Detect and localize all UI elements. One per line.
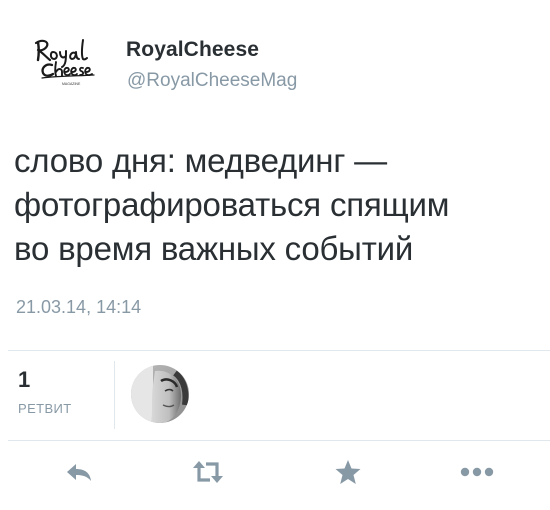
reply-icon bbox=[67, 464, 91, 481]
tweet-timestamp[interactable]: 21.03.14, 14:14 bbox=[16, 297, 141, 318]
stats-separator bbox=[114, 361, 115, 429]
reply-button[interactable] bbox=[62, 457, 96, 487]
more-button[interactable] bbox=[460, 457, 494, 487]
svg-text:MAGAZINE: MAGAZINE bbox=[62, 82, 81, 86]
retweet-label: РЕТВИТ bbox=[18, 401, 72, 416]
tweet-text-line: во время важных событий bbox=[14, 230, 414, 267]
author-handle[interactable]: @RoyalCheeseMag bbox=[127, 70, 297, 92]
tweet-text-line: фотографироваться спящим bbox=[14, 186, 450, 223]
tweet-actions bbox=[0, 441, 550, 501]
more-dots-icon bbox=[460, 467, 494, 477]
retweet-count: 1 bbox=[18, 367, 31, 392]
author-display-name[interactable]: RoyalCheese bbox=[126, 38, 259, 62]
tweet-text: слово дня: медвединг — фотографироваться… bbox=[14, 139, 534, 271]
author-avatar[interactable]: MAGAZINE bbox=[22, 30, 112, 90]
tweet-card: MAGAZINE RoyalCheese @RoyalCheeseMag сло… bbox=[0, 0, 550, 510]
favorite-button[interactable] bbox=[331, 457, 365, 487]
star-icon bbox=[335, 460, 361, 484]
retweet-button[interactable] bbox=[191, 457, 225, 487]
retweeter-avatar[interactable] bbox=[131, 365, 189, 423]
tweet-text-line: слово дня: медвединг — bbox=[14, 142, 387, 179]
retweet-icon bbox=[193, 461, 223, 483]
tweet-stats: 1 РЕТВИТ bbox=[0, 351, 550, 440]
retweet-stat[interactable]: 1 РЕТВИТ bbox=[18, 367, 72, 416]
